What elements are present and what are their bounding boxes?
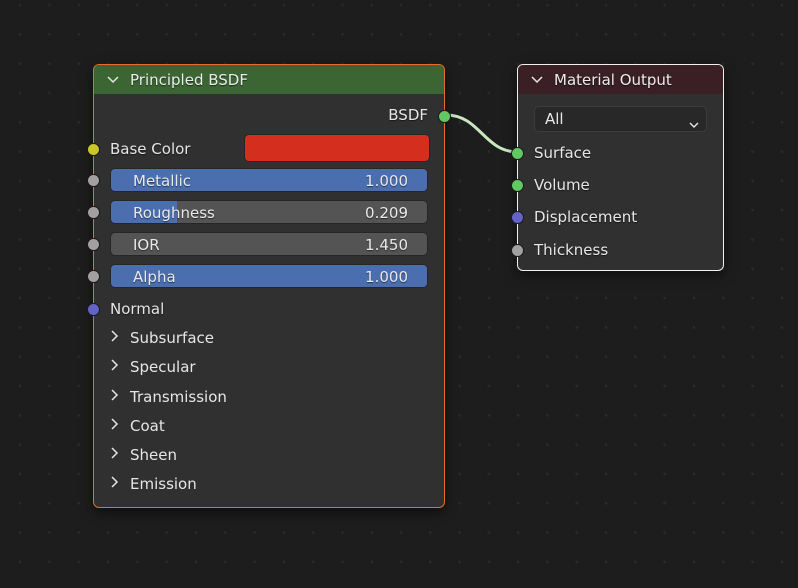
metallic-slider[interactable]: Metallic 1.000 bbox=[110, 168, 428, 192]
metallic-label: Metallic bbox=[133, 172, 191, 190]
roughness-value: 0.209 bbox=[365, 204, 408, 222]
input-ior: IOR 1.450 bbox=[87, 232, 444, 258]
alpha-slider[interactable]: Alpha 1.000 bbox=[110, 264, 428, 288]
panel-label: Transmission bbox=[130, 388, 227, 406]
panel-specular[interactable]: Specular bbox=[110, 358, 196, 376]
input-metallic: Metallic 1.000 bbox=[87, 168, 444, 194]
panel-label: Specular bbox=[130, 358, 196, 376]
principled-bsdf-node[interactable]: Principled BSDF BSDF Base Color Metallic… bbox=[87, 64, 451, 508]
node-title: Principled BSDF bbox=[130, 70, 248, 89]
surface-label: Surface bbox=[534, 144, 592, 162]
expand-chevron-icon bbox=[110, 388, 122, 406]
roughness-label: Roughness bbox=[133, 204, 215, 222]
normal-label: Normal bbox=[110, 300, 165, 318]
input-normal: Normal bbox=[87, 299, 444, 321]
normal-socket[interactable] bbox=[87, 303, 100, 316]
expand-chevron-icon bbox=[110, 417, 122, 435]
expand-chevron-icon bbox=[110, 446, 122, 464]
metallic-value: 1.000 bbox=[365, 172, 408, 190]
output-bsdf-socket[interactable] bbox=[438, 110, 451, 123]
input-roughness: Roughness 0.209 bbox=[87, 200, 444, 226]
input-thickness: Thickness bbox=[511, 240, 723, 262]
chevron-down-icon bbox=[688, 115, 700, 133]
node-title: Material Output bbox=[554, 70, 672, 89]
input-volume: Volume bbox=[511, 175, 723, 197]
roughness-socket[interactable] bbox=[87, 206, 100, 219]
alpha-value: 1.000 bbox=[365, 268, 408, 286]
panel-label: Sheen bbox=[130, 446, 177, 464]
alpha-label: Alpha bbox=[133, 268, 176, 286]
expand-chevron-icon bbox=[110, 475, 122, 493]
ior-socket[interactable] bbox=[87, 238, 100, 251]
panel-label: Emission bbox=[130, 475, 197, 493]
thickness-label: Thickness bbox=[534, 241, 609, 259]
panel-transmission[interactable]: Transmission bbox=[110, 388, 227, 406]
collapse-chevron-icon[interactable] bbox=[530, 75, 546, 85]
panel-coat[interactable]: Coat bbox=[110, 417, 165, 435]
panel-label: Coat bbox=[130, 417, 165, 435]
base-color-swatch[interactable] bbox=[244, 134, 430, 162]
base-color-socket[interactable] bbox=[87, 143, 100, 156]
target-dropdown[interactable]: All bbox=[534, 106, 707, 132]
base-color-label: Base Color bbox=[110, 140, 191, 158]
volume-label: Volume bbox=[534, 176, 590, 194]
output-bsdf: BSDF bbox=[94, 106, 451, 126]
target-dropdown-value: All bbox=[545, 110, 564, 128]
panel-subsurface[interactable]: Subsurface bbox=[110, 329, 214, 347]
collapse-chevron-icon[interactable] bbox=[106, 75, 122, 85]
panel-label: Subsurface bbox=[130, 329, 214, 347]
input-displacement: Displacement bbox=[511, 207, 723, 229]
link-bsdf-to-surface[interactable] bbox=[445, 112, 519, 155]
thickness-socket[interactable] bbox=[511, 244, 524, 257]
principled-bsdf-header[interactable]: Principled BSDF bbox=[94, 65, 444, 94]
displacement-socket[interactable] bbox=[511, 211, 524, 224]
panel-sheen[interactable]: Sheen bbox=[110, 446, 177, 464]
ior-value: 1.450 bbox=[365, 236, 408, 254]
output-bsdf-label: BSDF bbox=[388, 106, 428, 124]
surface-socket[interactable] bbox=[511, 147, 524, 160]
alpha-socket[interactable] bbox=[87, 270, 100, 283]
ior-field[interactable]: IOR 1.450 bbox=[110, 232, 428, 256]
expand-chevron-icon bbox=[110, 358, 122, 376]
material-output-node[interactable]: Material Output All Surface Volume Displ… bbox=[511, 64, 724, 271]
link-bsdf-to-surface-inner bbox=[445, 113, 519, 154]
expand-chevron-icon bbox=[110, 329, 122, 347]
input-alpha: Alpha 1.000 bbox=[87, 264, 444, 290]
ior-label: IOR bbox=[133, 236, 160, 254]
metallic-socket[interactable] bbox=[87, 174, 100, 187]
roughness-slider[interactable]: Roughness 0.209 bbox=[110, 200, 428, 224]
input-base-color: Base Color bbox=[87, 134, 444, 164]
input-surface: Surface bbox=[511, 143, 723, 165]
volume-socket[interactable] bbox=[511, 179, 524, 192]
displacement-label: Displacement bbox=[534, 208, 638, 226]
panel-emission[interactable]: Emission bbox=[110, 475, 197, 493]
material-output-header[interactable]: Material Output bbox=[518, 65, 723, 94]
